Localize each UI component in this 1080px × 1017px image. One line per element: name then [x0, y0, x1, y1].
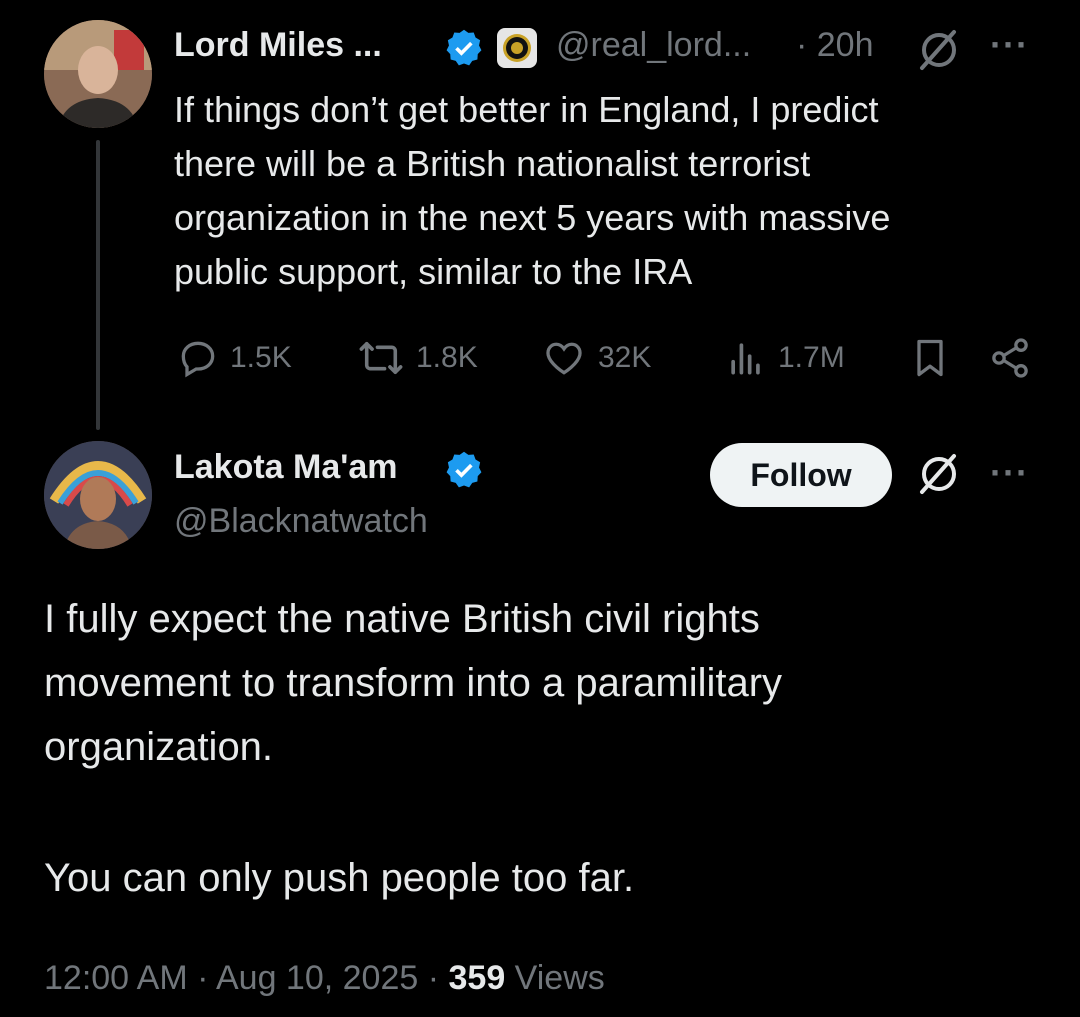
views-button[interactable]: 1.7M [724, 336, 845, 380]
main-text-line: organization. [44, 725, 274, 769]
repost-button[interactable]: 1.8K [356, 336, 478, 380]
views-count: 1.7M [778, 341, 845, 374]
reply-text-line: public support, similar to the IRA [174, 251, 693, 292]
affiliate-badge-icon [497, 28, 537, 68]
main-tweet-text: I fully expect the native British civil … [44, 587, 782, 779]
views-icon [731, 343, 760, 375]
repost-icon [359, 341, 403, 375]
main-handle[interactable]: @Blacknatwatch [174, 502, 428, 541]
share-icon[interactable] [988, 336, 1032, 380]
main-author-name[interactable]: Lakota Ma'am [174, 448, 398, 487]
reply-tweet-text: If things don’t get better in England, I… [174, 83, 890, 299]
more-icon[interactable]: ··· [990, 24, 1029, 66]
reply-handle[interactable]: @real_lord... [556, 26, 751, 65]
reply-text-line: organization in the next 5 years with ma… [174, 197, 891, 238]
like-button[interactable]: 32K [540, 336, 651, 380]
main-text-line: I fully expect the native British civil … [44, 597, 760, 641]
avatar-lakota-maam[interactable] [44, 441, 152, 549]
main-text-line: movement to transform into a paramilitar… [44, 661, 783, 705]
like-icon [546, 342, 582, 375]
bookmark-icon[interactable] [908, 336, 952, 380]
tweet-views-count: 359 [448, 959, 506, 997]
thread-connector-line [96, 140, 100, 430]
avatar-lord-miles[interactable] [44, 20, 152, 128]
main-tweet-paragraph2: You can only push people too far. [44, 856, 635, 900]
reply-time[interactable]: · 20h [796, 26, 874, 65]
reply-button[interactable]: 1.5K [176, 336, 292, 380]
grok-icon[interactable] [914, 452, 964, 496]
grok-icon[interactable] [914, 28, 964, 72]
tweet-meta: 12:00 AM · Aug 10, 2025 · 359 Views [44, 959, 605, 998]
reply-text-line: If things don’t get better in England, I… [174, 89, 879, 130]
reply-text-line: there will be a British nationalist terr… [174, 143, 811, 184]
repost-count: 1.8K [416, 341, 478, 374]
reply-icon [181, 341, 215, 378]
tweet-timestamp[interactable]: 12:00 AM · Aug 10, 2025 · [44, 959, 449, 997]
more-icon[interactable]: ··· [990, 452, 1029, 494]
reply-author-name[interactable]: Lord Miles ... [174, 26, 382, 65]
follow-button[interactable]: Follow [710, 443, 892, 507]
like-count: 32K [598, 341, 652, 374]
verified-badge-icon [446, 29, 482, 66]
verified-badge-icon [446, 451, 482, 488]
reply-count: 1.5K [230, 341, 292, 374]
tweet-views-label: Views [505, 959, 605, 997]
